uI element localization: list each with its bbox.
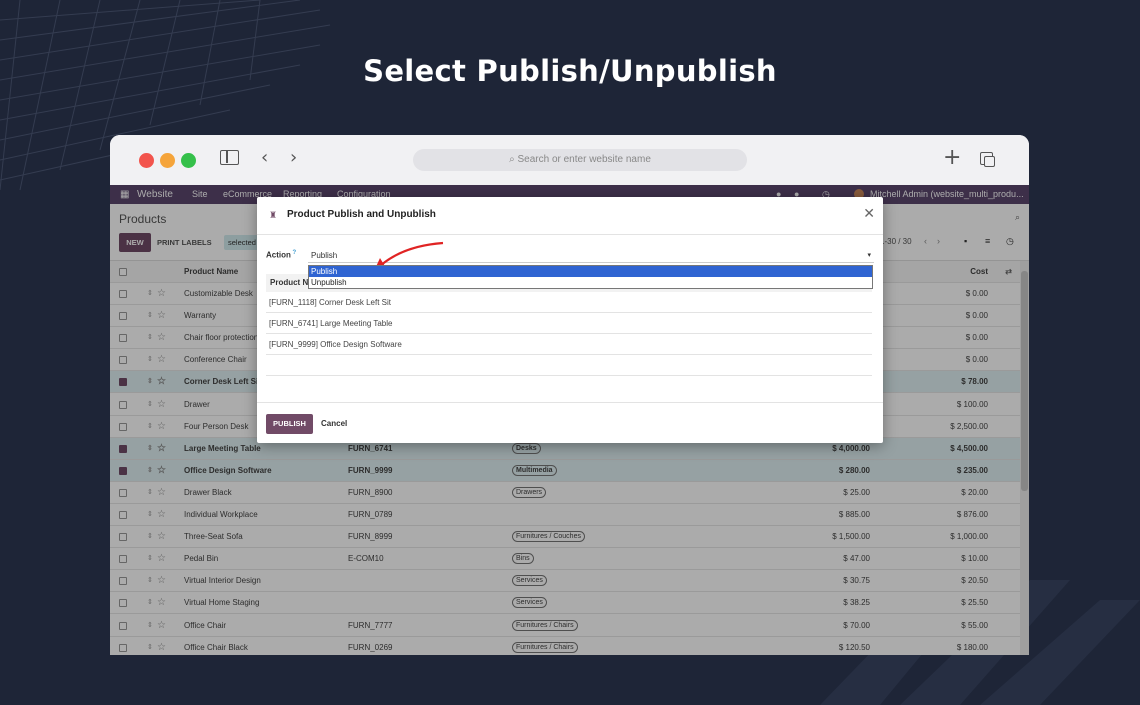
action-dropdown: Publish Unpublish <box>308 265 873 289</box>
maximize-window-button[interactable] <box>181 153 196 168</box>
dialog-footer-divider <box>257 402 883 403</box>
option-unpublish[interactable]: Unpublish <box>309 277 872 288</box>
help-tooltip-icon[interactable]: ? <box>291 250 297 256</box>
back-icon[interactable]: ‹ <box>261 147 268 168</box>
address-placeholder: Search or enter website name <box>517 154 651 165</box>
action-select-value: Publish <box>311 251 338 260</box>
action-label-text: Action <box>266 250 291 260</box>
address-bar[interactable]: ⌕ Search or enter website name <box>413 149 747 171</box>
forward-icon[interactable]: › <box>290 147 297 168</box>
list-item[interactable]: [FURN_6741] Large Meeting Table <box>266 313 872 334</box>
publish-dialog: ♜ Product Publish and Unpublish ✕ Action… <box>257 197 883 443</box>
page-heading: Select Publish/Unpublish <box>363 54 777 88</box>
list-item-empty <box>266 355 872 376</box>
list-item[interactable]: [FURN_1118] Corner Desk Left Sit <box>266 292 872 313</box>
browser-toolbar: ‹ › ⌕ Search or enter website name + <box>110 135 1029 185</box>
minimize-window-button[interactable] <box>160 153 175 168</box>
browser-window: ‹ › ⌕ Search or enter website name + ▦ W… <box>110 135 1029 655</box>
list-item[interactable]: [FURN_9999] Office Design Software <box>266 334 872 355</box>
dialog-header-divider <box>257 234 883 235</box>
option-publish[interactable]: Publish <box>309 266 872 277</box>
sidebar-toggle-icon[interactable] <box>220 150 239 165</box>
cancel-button[interactable]: Cancel <box>321 414 347 434</box>
action-label: Action ? <box>266 250 296 260</box>
dialog-icon: ♜ <box>269 210 278 220</box>
close-window-button[interactable] <box>139 153 154 168</box>
action-select[interactable]: Publish ▾ <box>308 248 874 263</box>
close-icon[interactable]: ✕ <box>863 205 875 222</box>
publish-button[interactable]: PUBLISH <box>266 414 313 434</box>
chevron-down-icon: ▾ <box>867 252 871 259</box>
new-tab-icon[interactable]: + <box>943 145 961 170</box>
dialog-title: Product Publish and Unpublish <box>287 209 436 220</box>
tabs-overview-icon[interactable] <box>980 152 995 167</box>
